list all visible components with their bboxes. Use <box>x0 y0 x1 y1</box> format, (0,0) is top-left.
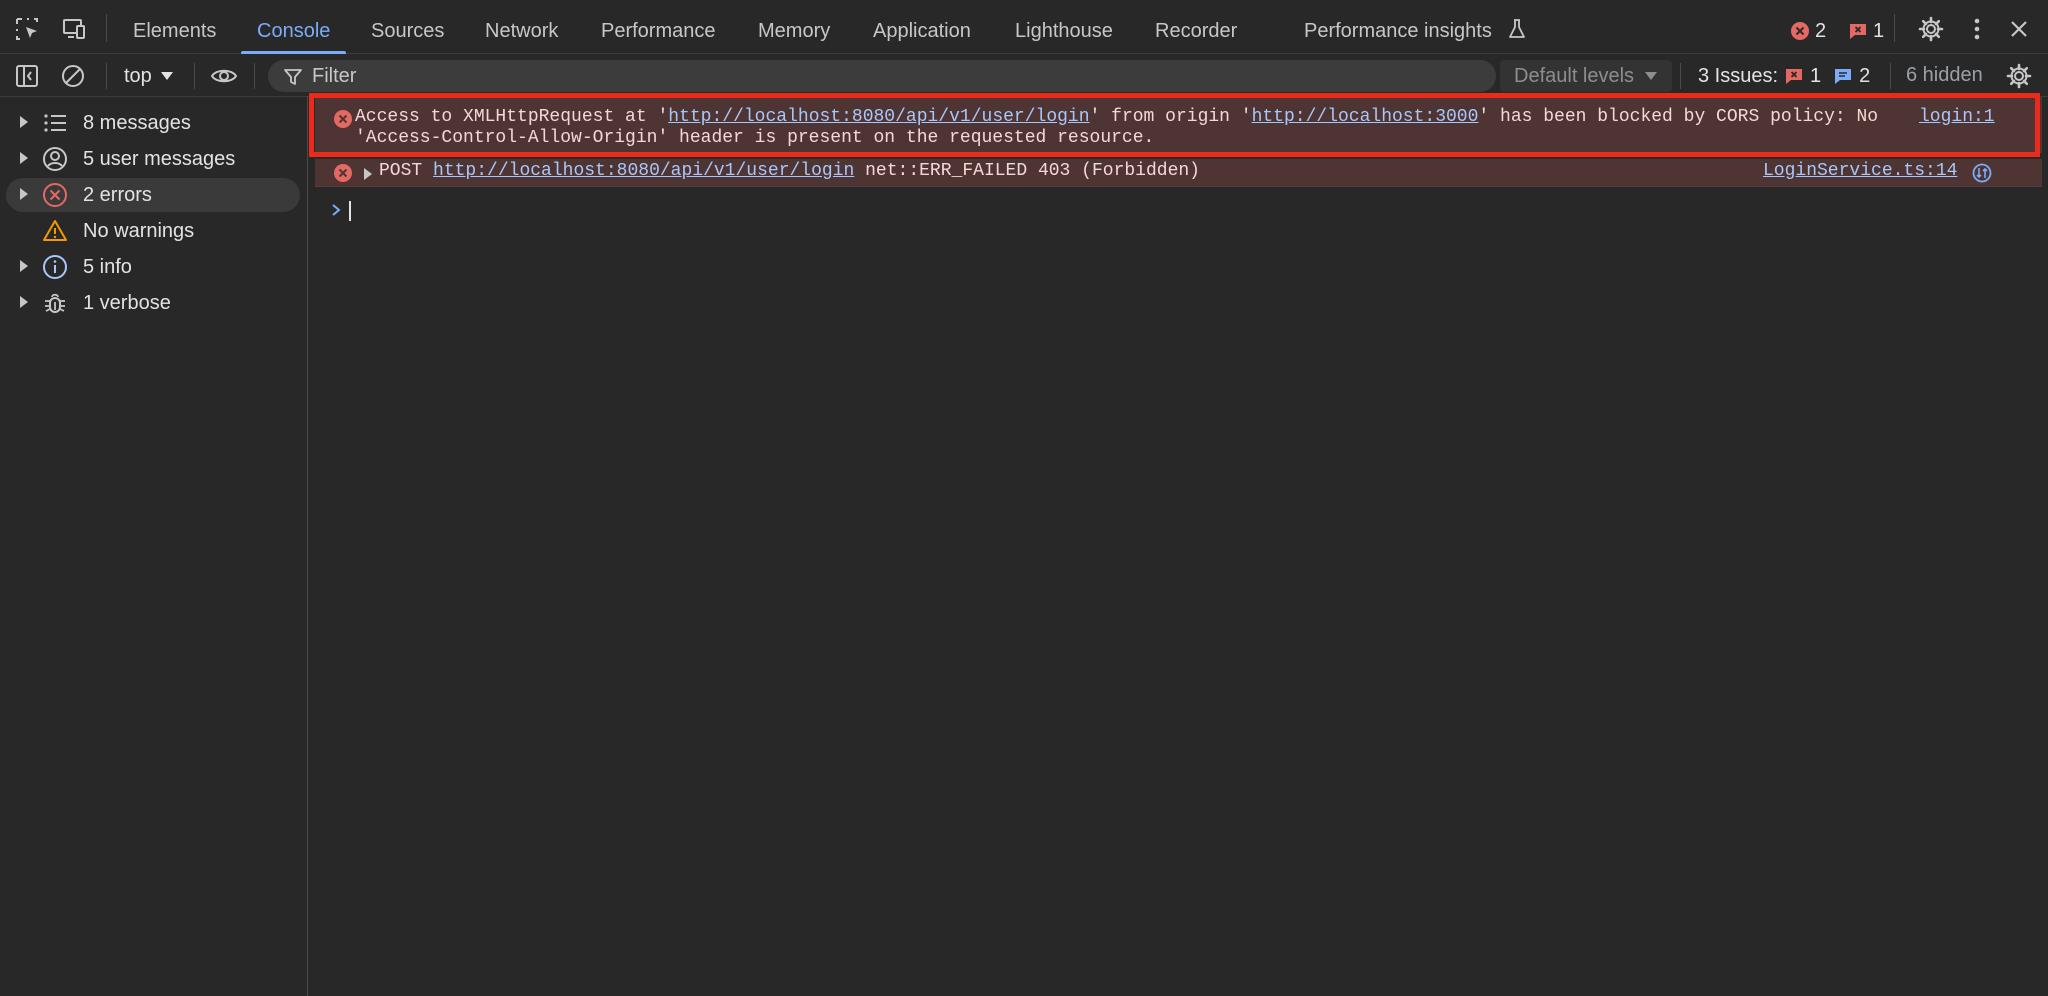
close-icon[interactable] <box>2006 16 2032 42</box>
message-text: Access to XMLHttpRequest at 'http://loca… <box>355 107 1878 127</box>
network-request-icon[interactable] <box>1972 163 1992 183</box>
filter-funnel-icon <box>284 69 302 85</box>
expand-arrow-icon[interactable] <box>20 152 28 164</box>
device-toolbar-icon[interactable] <box>60 16 86 42</box>
expand-arrow-icon[interactable] <box>20 116 28 128</box>
sidebar-item-label: 5 user messages <box>83 148 236 170</box>
console-settings-gear-icon[interactable] <box>2006 63 2032 89</box>
tab-elements[interactable]: Elements <box>133 0 216 54</box>
log-levels-label: Default levels <box>1514 65 1635 87</box>
console-input-caret[interactable] <box>349 201 351 221</box>
error-count: 2 <box>1815 19 1827 42</box>
settings-gear-icon[interactable] <box>1918 16 1944 42</box>
sidebar-item-label: 1 verbose <box>83 292 171 314</box>
expand-arrow-icon[interactable] <box>20 188 28 200</box>
console-sidebar: 8 messages 5 user messages 2 errors No w… <box>0 97 308 996</box>
console-prompt-chevron-icon <box>332 204 341 216</box>
console-output: Access to XMLHttpRequest at 'http://loca… <box>309 93 2048 996</box>
message-fragment: Access to XMLHttpRequest at ' <box>355 107 669 127</box>
sidebar-item-info[interactable]: 5 info <box>6 250 300 284</box>
list-icon <box>42 110 68 136</box>
request-url-link[interactable]: http://localhost:8080/api/v1/user/login <box>433 161 854 181</box>
experimental-flask-icon <box>1506 18 1528 40</box>
issue-icon <box>1850 24 1866 39</box>
tab-lighthouse[interactable]: Lighthouse <box>1015 0 1113 54</box>
message-text: POST http://localhost:8080/api/v1/user/l… <box>379 161 1200 181</box>
tab-performance-insights[interactable]: Performance insights <box>1304 0 1492 54</box>
sidebar-toggle-icon[interactable] <box>14 63 40 89</box>
context-label: top <box>124 64 152 87</box>
error-icon <box>42 182 68 208</box>
inspect-element-icon[interactable] <box>14 16 40 42</box>
error-icon <box>334 110 352 128</box>
sidebar-item-label: 5 info <box>83 256 132 278</box>
live-expression-eye-icon[interactable] <box>210 64 238 88</box>
tab-sources[interactable]: Sources <box>371 0 444 54</box>
issue-count-badge[interactable]: 1 <box>1848 18 1884 44</box>
error-count-badge[interactable]: 2 <box>1790 18 1826 44</box>
filter-input[interactable] <box>312 60 1482 92</box>
sidebar-item-verbose[interactable]: 1 verbose <box>6 286 300 320</box>
issue-info-icon <box>1835 69 1852 84</box>
error-icon <box>1791 22 1809 40</box>
context-selector[interactable]: top <box>124 61 174 91</box>
tab-network[interactable]: Network <box>485 0 558 54</box>
devtools-tab-bar: Elements Console Sources Network Perform… <box>0 0 2048 54</box>
origin-url-link[interactable]: http://localhost:3000 <box>1252 107 1479 127</box>
message-text-continued: 'Access-Control-Allow-Origin' header is … <box>355 128 1155 148</box>
info-icon <box>42 254 68 280</box>
issues-info-count: 2 <box>1859 64 1871 87</box>
tab-performance[interactable]: Performance <box>601 0 716 54</box>
issue-error-icon <box>1786 69 1803 84</box>
expand-arrow-icon[interactable] <box>20 260 28 272</box>
hidden-count: 6 hidden <box>1906 64 1983 86</box>
console-message-error[interactable]: Access to XMLHttpRequest at 'http://loca… <box>315 97 2042 153</box>
sidebar-item-user-messages[interactable]: 5 user messages <box>6 142 300 176</box>
issues-error-count: 1 <box>1810 64 1822 87</box>
tab-memory[interactable]: Memory <box>758 0 830 54</box>
user-icon <box>42 146 68 172</box>
sidebar-item-warnings[interactable]: No warnings <box>6 214 300 248</box>
error-icon <box>334 164 352 182</box>
filter-box <box>268 60 1496 92</box>
request-url-link[interactable]: http://localhost:8080/api/v1/user/login <box>668 107 1089 127</box>
tab-application[interactable]: Application <box>873 0 971 54</box>
console-toolbar: top Default levels 3 Issues: 1 2 6 hidde… <box>0 55 2048 97</box>
clear-console-icon[interactable] <box>60 63 86 89</box>
message-fragment: ' from origin ' <box>1089 107 1252 127</box>
issues-button[interactable]: 3 Issues: 1 2 <box>1698 61 1870 91</box>
console-message-error[interactable]: POST http://localhost:8080/api/v1/user/l… <box>315 159 2042 187</box>
issues-label: 3 Issues: <box>1698 64 1779 87</box>
expand-arrow-icon[interactable] <box>364 168 372 180</box>
log-levels-dropdown[interactable]: Default levels <box>1500 60 1672 92</box>
tab-console[interactable]: Console <box>240 0 347 54</box>
dropdown-arrow-icon <box>160 72 173 80</box>
sidebar-item-label: 8 messages <box>83 112 191 134</box>
warning-icon <box>42 218 68 244</box>
tab-recorder[interactable]: Recorder <box>1155 0 1237 54</box>
bug-icon <box>42 290 68 316</box>
source-link[interactable]: LoginService.ts:14 <box>1763 161 1957 181</box>
sidebar-item-messages[interactable]: 8 messages <box>6 106 300 140</box>
expand-arrow-icon[interactable] <box>20 296 28 308</box>
message-fragment: ' has been blocked by CORS policy: No <box>1478 107 1879 127</box>
source-link[interactable]: login:1 <box>1919 107 1995 127</box>
dropdown-arrow-icon <box>1645 72 1657 80</box>
request-method: POST <box>379 161 423 181</box>
sidebar-item-label: No warnings <box>83 220 195 242</box>
issue-count: 1 <box>1873 19 1885 42</box>
sidebar-item-errors[interactable]: 2 errors <box>6 178 300 212</box>
sidebar-item-label: 2 errors <box>83 184 152 206</box>
more-options-icon[interactable] <box>1964 16 1990 42</box>
request-status: net::ERR_FAILED 403 (Forbidden) <box>865 161 1200 181</box>
